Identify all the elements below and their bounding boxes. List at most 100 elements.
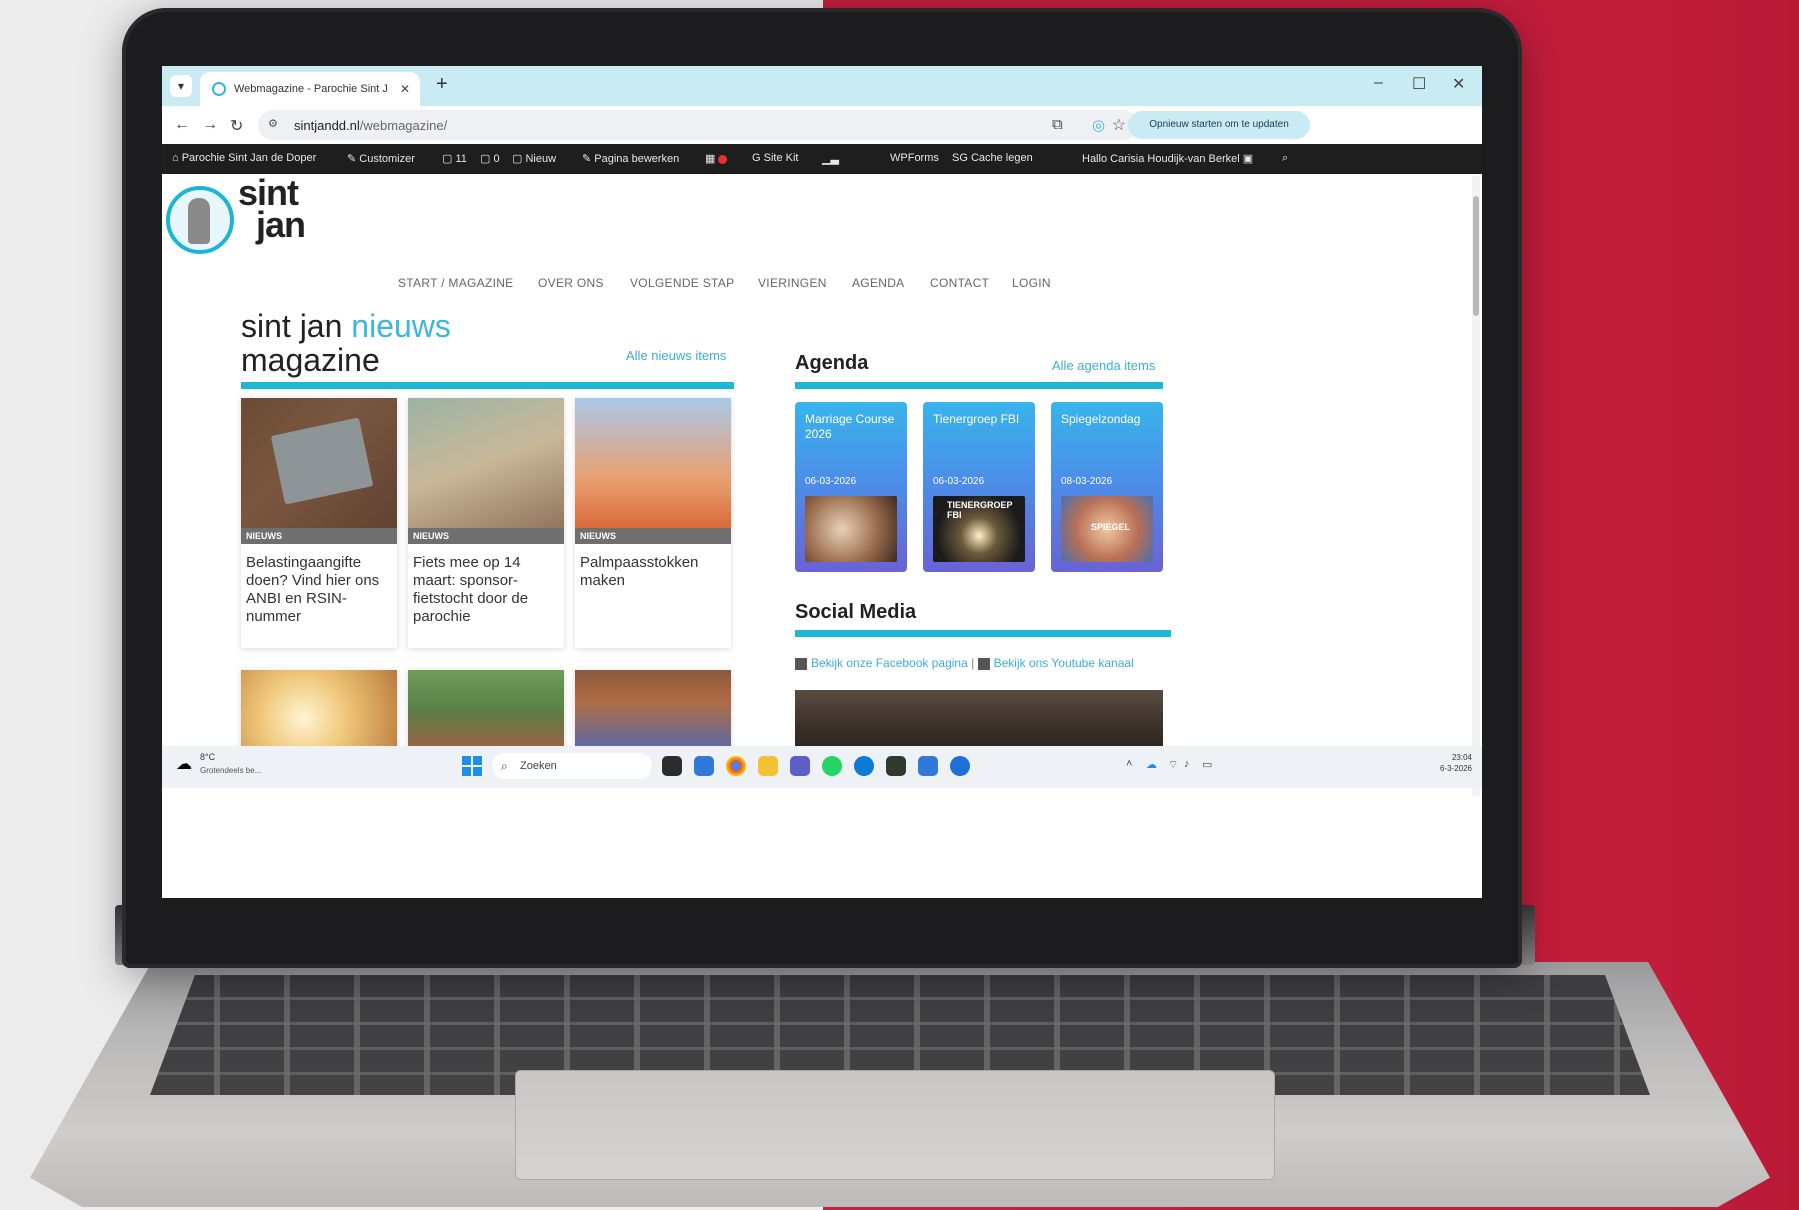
back-icon[interactable]: ← <box>174 116 190 134</box>
bookmark-star-icon[interactable]: ☆ <box>1112 115 1126 135</box>
news-card[interactable]: NIEUWS Fiets mee op 14 maart: sponsor-fi… <box>408 398 564 648</box>
wp-admin-bar: ⌂ Parochie Sint Jan de Doper ✎ Customize… <box>162 144 1482 174</box>
laptop-screen: ▾ Webmagazine - Parochie Sint J ✕ + – ☐ … <box>162 66 1482 898</box>
agenda-card[interactable]: Spiegelzondag 08-03-2026 SPIEGEL <box>1051 402 1163 572</box>
tab-close-icon[interactable]: ✕ <box>400 72 410 106</box>
admin-record-icon[interactable]: ▦ <box>705 152 728 165</box>
news-card[interactable]: NIEUWS Palmpaasstokken maken <box>575 398 731 648</box>
taskbar-search-placeholder: Zoeken <box>520 760 557 772</box>
taskbar-search[interactable]: ⌕ Zoeken <box>492 753 652 779</box>
agenda-card[interactable]: Tienergroep FBI 06-03-2026 TIENERGROEP F… <box>923 402 1035 572</box>
minimize-icon[interactable]: – <box>1374 74 1383 92</box>
news-card-image <box>408 398 564 544</box>
clock-time: 23:04 <box>1451 753 1472 762</box>
admin-new[interactable]: ▢ Nieuw <box>512 152 556 165</box>
admin-greeting[interactable]: Hallo Carisia Houdijk-van Berkel ▣ <box>1082 152 1253 165</box>
video-embed[interactable] <box>795 690 1163 750</box>
nav-contact[interactable]: CONTACT <box>930 276 989 290</box>
news-card-image <box>408 670 564 750</box>
news-card-title[interactable]: Fiets mee op 14 maart: sponsor-fietstoch… <box>413 554 561 626</box>
site-settings-icon[interactable]: ⚙ <box>268 117 284 133</box>
favicon-icon <box>212 82 226 96</box>
admin-wpforms[interactable]: WPForms <box>890 152 939 164</box>
edge-icon[interactable] <box>854 756 874 776</box>
agenda-thumb-label: TIENERGROEP FBI <box>947 500 1013 520</box>
news-card-title[interactable]: Palmpaasstokken maken <box>580 554 728 590</box>
news-card[interactable] <box>575 670 731 750</box>
address-bar[interactable]: ⚙ sintjandd.nl/webmagazine/ ☆ <box>258 110 1138 140</box>
new-tab-icon[interactable]: + <box>436 73 448 96</box>
nav-over-ons[interactable]: OVER ONS <box>538 276 604 290</box>
admin-site-name[interactable]: ⌂ Parochie Sint Jan de Doper <box>172 152 316 164</box>
mail-icon[interactable] <box>918 756 938 776</box>
app-icon[interactable] <box>886 756 906 776</box>
logo-figure-icon <box>188 198 210 244</box>
agenda-card-image: TIENERGROEP FBI <box>933 496 1025 562</box>
admin-site-kit[interactable]: G Site Kit <box>752 152 798 164</box>
agenda-heading: Agenda <box>795 352 869 374</box>
maximize-icon[interactable]: ☐ <box>1412 74 1426 94</box>
tray-chevron-icon[interactable]: ˄ <box>1126 758 1132 770</box>
file-explorer-icon[interactable] <box>758 756 778 776</box>
taskbar-clock[interactable]: 23:04 6-3-2026 <box>1440 752 1472 774</box>
chrome-icon[interactable] <box>726 756 746 776</box>
battery-icon[interactable]: ▭ <box>1202 758 1212 771</box>
extensions-icon[interactable]: ⧉ <box>1052 116 1063 133</box>
facebook-link[interactable]: Bekijk onze Facebook pagina <box>811 656 968 670</box>
app-globe-icon[interactable] <box>950 756 970 776</box>
news-card[interactable] <box>241 670 397 750</box>
news-card-image <box>575 398 731 544</box>
onedrive-icon[interactable]: ☁ <box>1146 758 1157 771</box>
outlook-icon[interactable] <box>694 756 714 776</box>
news-card-image <box>241 398 397 544</box>
teams-icon[interactable] <box>790 756 810 776</box>
nav-volgende-stap[interactable]: VOLGENDE STAP <box>630 276 734 290</box>
nav-vieringen[interactable]: VIERINGEN <box>758 276 827 290</box>
tab-search-icon[interactable]: ▾ <box>170 75 192 97</box>
nav-login[interactable]: LOGIN <box>1012 276 1051 290</box>
close-window-icon[interactable]: ✕ <box>1452 74 1465 94</box>
admin-customizer[interactable]: ✎ Customizer <box>347 152 415 165</box>
youtube-link[interactable]: Bekijk ons Youtube kanaal <box>994 656 1134 670</box>
browser-tab-bar: ▾ Webmagazine - Parochie Sint J ✕ + – ☐ … <box>162 66 1482 106</box>
task-view-icon[interactable] <box>662 756 682 776</box>
nav-start-magazine[interactable]: START / MAGAZINE <box>398 276 513 290</box>
weather-icon[interactable]: ☁ <box>176 754 192 774</box>
magazine-divider <box>241 382 734 389</box>
update-button[interactable]: Opnieuw starten om te updaten <box>1128 111 1310 139</box>
admin-sg-cache[interactable]: SG Cache legen <box>952 152 1033 164</box>
news-card-title[interactable]: Belastingaangifte doen? Vind hier ons AN… <box>246 554 394 626</box>
all-news-link[interactable]: Alle nieuws items <box>626 348 726 363</box>
browser-tab[interactable]: Webmagazine - Parochie Sint J ✕ <box>200 72 420 106</box>
logo-text-jan: jan <box>256 204 306 245</box>
agenda-card-title: Marriage Course 2026 <box>805 412 895 441</box>
agenda-card-image: SPIEGEL <box>1061 496 1153 562</box>
admin-comments[interactable]: ▢ 0 <box>480 152 500 165</box>
profile-icon[interactable]: ◎ <box>1092 116 1105 134</box>
admin-search-icon[interactable]: ⌕ <box>1282 152 1288 165</box>
agenda-card-date: 06-03-2026 <box>933 476 985 487</box>
whatsapp-icon[interactable] <box>822 756 842 776</box>
magazine-title-line2: magazine <box>241 342 380 378</box>
all-agenda-link[interactable]: Alle agenda items <box>1052 358 1155 373</box>
agenda-card-date: 06-03-2026 <box>805 476 857 487</box>
forward-icon[interactable]: → <box>202 116 218 134</box>
agenda-card-title: Spiegelzondag <box>1061 412 1141 426</box>
windows-start-icon[interactable] <box>462 756 482 776</box>
admin-stats-icon[interactable]: ▁▃ <box>822 152 839 165</box>
social-divider <box>795 630 1171 637</box>
wifi-icon[interactable]: ⌔ <box>1168 758 1178 772</box>
news-card-image <box>241 670 397 750</box>
admin-edit-page[interactable]: ✎ Pagina bewerken <box>582 152 679 165</box>
clock-date: 6-3-2026 <box>1439 764 1472 773</box>
nav-agenda[interactable]: AGENDA <box>852 276 904 290</box>
admin-updates[interactable]: ▢ 11 <box>442 152 467 165</box>
volume-icon[interactable]: ♪ <box>1184 758 1190 770</box>
url-text: sintjandd.nl/webmagazine/ <box>294 118 448 133</box>
laptop-trackpad <box>515 1070 1275 1180</box>
agenda-card[interactable]: Marriage Course 2026 06-03-2026 <box>795 402 907 572</box>
scrollbar-thumb[interactable] <box>1473 196 1479 316</box>
news-card[interactable]: NIEUWS Belastingaangifte doen? Vind hier… <box>241 398 397 648</box>
news-card[interactable] <box>408 670 564 750</box>
reload-icon[interactable]: ↻ <box>230 116 243 136</box>
